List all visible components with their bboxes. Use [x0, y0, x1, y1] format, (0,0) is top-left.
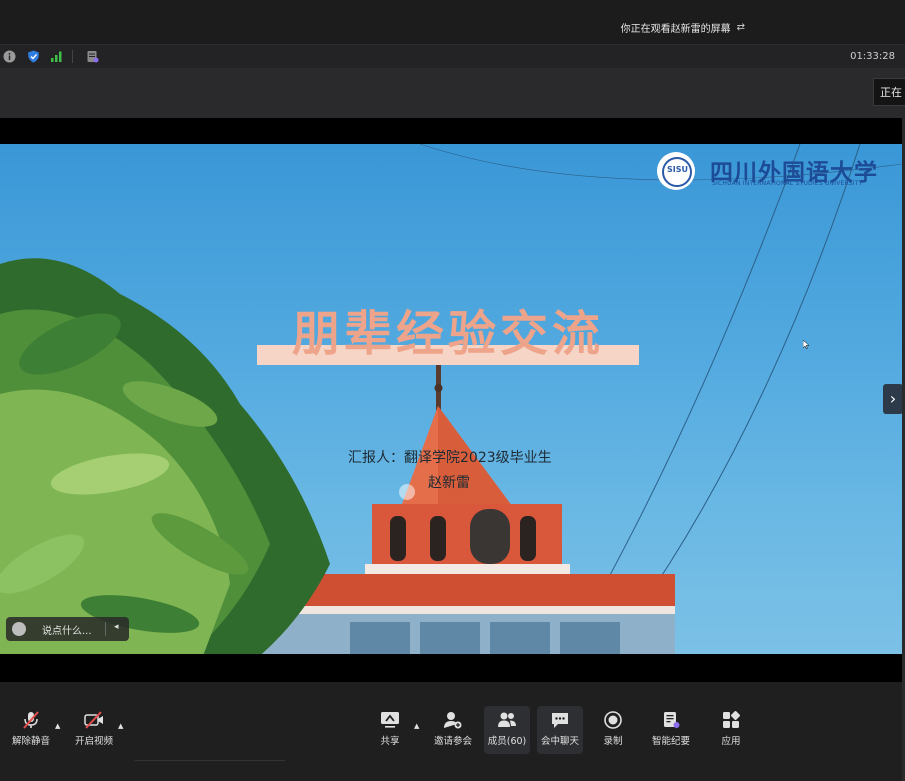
- unmute-button[interactable]: 解除静音: [3, 706, 59, 754]
- notes-icon[interactable]: [86, 50, 99, 63]
- mic-muted-icon: [23, 711, 39, 729]
- add-user-icon: [444, 712, 462, 729]
- mouse-cursor-icon: [803, 340, 809, 349]
- chat-divider: [105, 622, 106, 636]
- record-icon: [604, 711, 622, 729]
- invite-label: 邀请参会: [433, 736, 472, 747]
- chat-button[interactable]: 会中聊天: [537, 706, 583, 754]
- share-label: 共享: [380, 736, 400, 747]
- chat-icon: [552, 713, 568, 728]
- slide-marker-icon: [399, 484, 415, 500]
- apps-button[interactable]: 应用: [703, 706, 759, 754]
- screen-share-notice: 你正在观看赵新雷的屏幕 ⇄: [621, 20, 745, 35]
- reporter-name: 赵新雷: [428, 475, 470, 491]
- share-options-caret-icon[interactable]: ▲: [414, 722, 419, 730]
- meeting-timer: 01:33:28: [850, 51, 895, 62]
- start-video-button[interactable]: 开启视频: [66, 706, 122, 754]
- slide-background-art: [0, 144, 902, 654]
- smart-notes-button[interactable]: 智能纪要: [643, 706, 699, 754]
- chat-placeholder[interactable]: 说点什么...: [42, 622, 92, 637]
- status-chip[interactable]: 正在: [873, 78, 905, 106]
- camera-off-icon: [84, 711, 103, 729]
- unmute-label: 解除静音: [11, 736, 50, 747]
- audio-options-caret-icon[interactable]: ▲: [55, 722, 60, 730]
- video-header-strip: [0, 68, 905, 118]
- smart-notes-label: 智能纪要: [651, 736, 690, 747]
- members-button[interactable]: 成员(60): [484, 706, 530, 754]
- slide-title: 朋辈经验交流: [291, 306, 604, 362]
- shield-icon[interactable]: [27, 50, 40, 63]
- record-button[interactable]: 录制: [585, 706, 641, 754]
- apps-label: 应用: [721, 736, 741, 747]
- chat-label: 会中聊天: [540, 736, 579, 747]
- collapse-chat-icon[interactable]: ◂: [114, 622, 119, 632]
- meeting-info-bar: 01:33:28: [0, 44, 905, 69]
- next-page-arrow-icon[interactable]: ›: [883, 384, 903, 414]
- separator: [72, 50, 73, 63]
- emoji-icon[interactable]: [12, 622, 26, 636]
- apps-icon: [723, 711, 740, 728]
- toolbar-divider: [135, 760, 285, 761]
- members-icon: [498, 712, 516, 727]
- share-notice-text: 你正在观看赵新雷的屏幕: [620, 24, 731, 35]
- university-name-en: SICHUAN INTERNATIONAL STUDIES UNIVERSITY: [712, 180, 863, 187]
- share-button[interactable]: 共享: [362, 706, 418, 754]
- reporter-line: 汇报人：翻译学院2023级毕业生: [348, 450, 552, 466]
- video-options-caret-icon[interactable]: ▲: [118, 722, 123, 730]
- window-titlebar: 你正在观看赵新雷的屏幕 ⇄: [0, 0, 905, 44]
- smart-notes-icon: [664, 712, 680, 728]
- university-logo: SISU: [657, 152, 695, 190]
- logo-text: SISU: [667, 165, 688, 174]
- chat-input-bubble[interactable]: 说点什么... ◂: [6, 617, 129, 641]
- share-screen-icon: [381, 712, 399, 728]
- presentation-slide: SISU 四川外国语大学 SICHUAN INTERNATIONAL STUDI…: [0, 144, 902, 654]
- info-icon[interactable]: [3, 50, 16, 63]
- signal-icon[interactable]: [50, 50, 63, 63]
- members-label: 成员(60): [487, 736, 527, 747]
- record-label: 录制: [603, 736, 623, 747]
- invite-button[interactable]: 邀请参会: [425, 706, 481, 754]
- swap-icon[interactable]: ⇄: [737, 22, 745, 33]
- start-video-label: 开启视频: [74, 736, 113, 747]
